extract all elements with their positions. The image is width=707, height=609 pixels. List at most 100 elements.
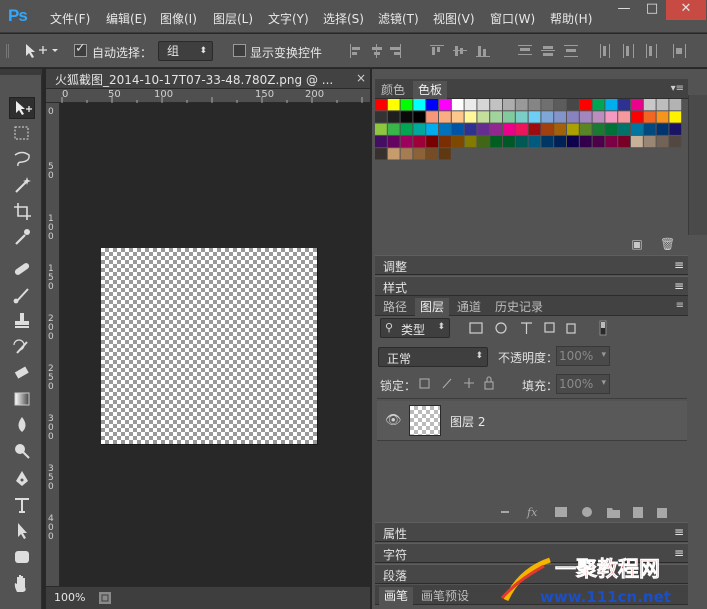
shape-tool-icon[interactable] xyxy=(9,547,35,569)
document-info-icon[interactable] xyxy=(98,591,112,605)
panel-menu-icon[interactable]: ≡ xyxy=(674,279,684,293)
minimize-button[interactable]: — xyxy=(610,0,638,20)
color-swatch[interactable] xyxy=(387,99,400,111)
color-swatch[interactable] xyxy=(439,111,451,123)
color-swatch[interactable] xyxy=(541,123,554,135)
hand-tool-icon[interactable] xyxy=(9,574,35,596)
color-swatch[interactable] xyxy=(631,99,643,111)
panel-menu-icon[interactable]: ▾≡ xyxy=(671,83,684,94)
menu-type[interactable]: 文字(Y) xyxy=(268,10,309,27)
color-swatch[interactable] xyxy=(631,135,643,148)
type-tool-icon[interactable] xyxy=(9,495,35,517)
panel-menu-icon[interactable]: ≡ xyxy=(674,525,684,539)
document-close-icon[interactable]: × xyxy=(356,71,366,85)
menu-layer[interactable]: 图层(L) xyxy=(213,10,253,27)
tab-swatches[interactable]: 色板 xyxy=(413,81,448,99)
color-swatch[interactable] xyxy=(656,123,669,135)
brush-tool-icon[interactable] xyxy=(9,285,35,307)
color-swatch[interactable] xyxy=(515,99,528,111)
color-swatch[interactable] xyxy=(426,123,438,135)
move-tool-preset-icon[interactable] xyxy=(24,43,58,59)
document-tab[interactable]: 火狐截图_2014-10-17T07-33-48.780Z.png @ ... … xyxy=(46,69,370,89)
color-swatch[interactable] xyxy=(464,111,477,123)
menu-help[interactable]: 帮助(H) xyxy=(550,10,592,27)
color-swatch[interactable] xyxy=(528,135,541,148)
lock-icons[interactable] xyxy=(418,376,498,391)
color-swatch[interactable] xyxy=(451,135,464,148)
color-swatch[interactable] xyxy=(592,123,605,135)
color-swatch[interactable] xyxy=(477,123,490,135)
fill-field[interactable]: 100% ▾ xyxy=(556,374,610,394)
color-swatch[interactable] xyxy=(669,111,682,123)
color-swatch[interactable] xyxy=(490,135,502,148)
menu-image[interactable]: 图像(I) xyxy=(160,10,197,27)
color-swatch[interactable] xyxy=(426,111,438,123)
color-swatch[interactable] xyxy=(426,135,438,148)
color-swatch[interactable] xyxy=(400,148,413,160)
color-swatch[interactable] xyxy=(503,135,515,148)
show-transform-checkbox[interactable] xyxy=(233,44,246,57)
color-swatch[interactable] xyxy=(503,123,515,135)
color-swatch[interactable] xyxy=(541,135,554,148)
tab-color[interactable]: 颜色 xyxy=(381,81,405,98)
color-swatch[interactable] xyxy=(464,123,477,135)
color-swatch[interactable] xyxy=(669,135,682,148)
auto-select-dropdown[interactable]: 组 ⬍ xyxy=(158,41,213,61)
color-swatch[interactable] xyxy=(643,135,656,148)
color-swatch[interactable] xyxy=(656,99,669,111)
align-distribute-icons[interactable] xyxy=(348,43,703,59)
color-swatch[interactable] xyxy=(477,99,490,111)
magic-wand-tool-icon[interactable] xyxy=(9,175,35,197)
color-swatch[interactable] xyxy=(413,99,426,111)
color-swatch[interactable] xyxy=(413,135,426,148)
color-swatch[interactable] xyxy=(669,99,682,111)
color-swatch[interactable] xyxy=(643,123,656,135)
color-swatch[interactable] xyxy=(579,99,592,111)
layer-filter-dropdown[interactable]: ⚲ 类型 ⬍ xyxy=(380,318,450,338)
color-swatch[interactable] xyxy=(567,111,579,123)
eye-icon[interactable]: 👁 xyxy=(385,413,402,428)
color-swatch[interactable] xyxy=(528,111,541,123)
color-swatch[interactable] xyxy=(375,111,387,123)
color-swatch[interactable] xyxy=(375,148,387,160)
color-swatch[interactable] xyxy=(387,135,400,148)
color-swatch[interactable] xyxy=(503,99,515,111)
tab-paths[interactable]: 路径 xyxy=(383,298,407,315)
tab-brush[interactable]: 画笔 xyxy=(379,587,414,605)
color-swatch[interactable] xyxy=(669,123,682,135)
color-swatch[interactable] xyxy=(400,99,413,111)
color-swatch[interactable] xyxy=(579,123,592,135)
panel-menu-icon[interactable]: ≡ xyxy=(676,300,684,311)
color-swatch[interactable] xyxy=(413,148,426,160)
blur-tool-icon[interactable] xyxy=(9,415,35,437)
color-swatch[interactable] xyxy=(605,123,618,135)
color-swatch[interactable] xyxy=(592,135,605,148)
color-swatch[interactable] xyxy=(503,111,515,123)
properties-panel[interactable]: 属性 ≡ xyxy=(375,522,688,542)
color-swatch[interactable] xyxy=(618,99,630,111)
color-swatch[interactable] xyxy=(605,111,618,123)
color-swatch[interactable] xyxy=(451,123,464,135)
color-swatch[interactable] xyxy=(490,111,502,123)
tab-brush-presets[interactable]: 画笔预设 xyxy=(421,587,469,604)
opacity-field[interactable]: 100% ▾ xyxy=(556,346,610,366)
adjustments-panel[interactable]: 调整 ≡ xyxy=(375,255,688,275)
color-swatch[interactable] xyxy=(490,123,502,135)
color-swatch[interactable] xyxy=(515,135,528,148)
color-swatch[interactable] xyxy=(490,99,502,111)
dodge-tool-icon[interactable] xyxy=(9,441,35,463)
close-button[interactable]: ✕ xyxy=(666,0,706,20)
color-swatch[interactable] xyxy=(387,123,400,135)
tab-layers[interactable]: 图层 xyxy=(415,298,450,316)
color-swatch[interactable] xyxy=(579,111,592,123)
gradient-tool-icon[interactable] xyxy=(9,389,35,411)
path-selection-tool-icon[interactable] xyxy=(9,521,35,543)
auto-select-checkbox[interactable] xyxy=(74,41,87,57)
tab-history[interactable]: 历史记录 xyxy=(495,298,543,315)
color-swatch[interactable] xyxy=(541,99,554,111)
blend-mode-dropdown[interactable]: 正常 ⬍ xyxy=(378,347,488,367)
color-swatch[interactable] xyxy=(567,123,579,135)
swatches-scrollbar[interactable] xyxy=(688,95,707,235)
tab-channels[interactable]: 通道 xyxy=(457,298,481,315)
eraser-tool-icon[interactable] xyxy=(9,363,35,385)
